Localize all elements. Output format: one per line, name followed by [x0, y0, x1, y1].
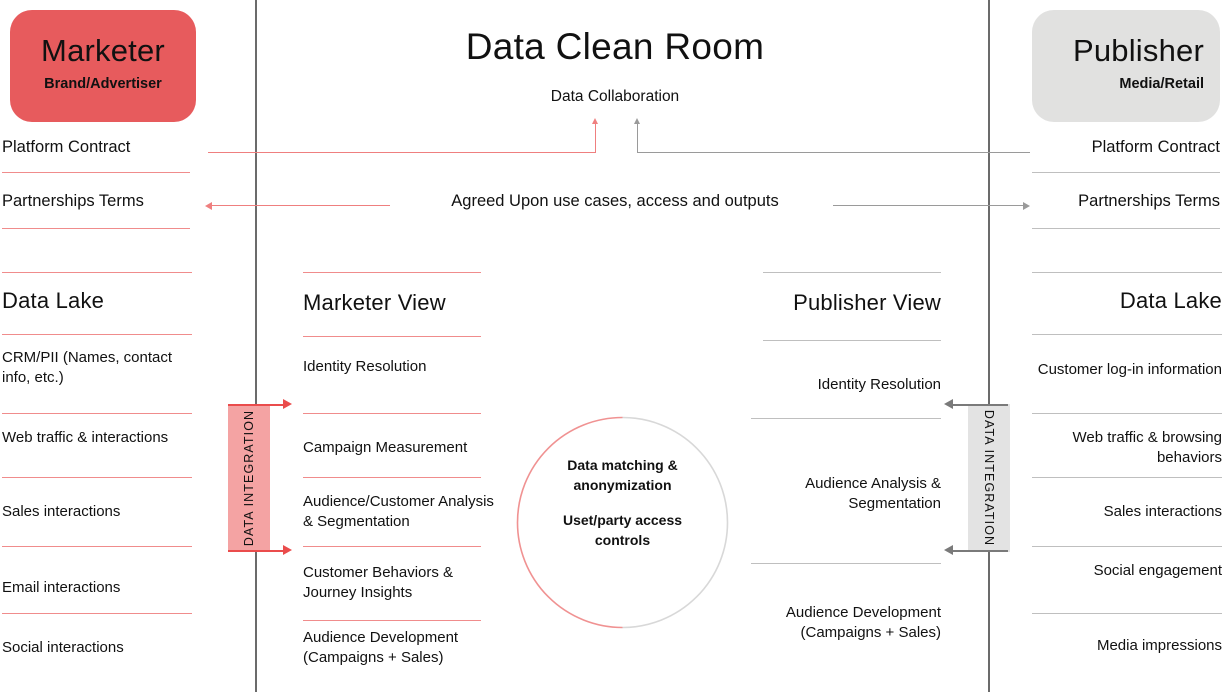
list-item: Web traffic & browsing behaviors — [1072, 429, 1222, 466]
data-integration-right-label: DATA INTEGRATION — [982, 409, 997, 547]
list-item: Audience Development (Campaigns + Sales) — [785, 604, 941, 641]
list-item: Customer log-in information — [1037, 361, 1222, 378]
list-item: CRM/PII (Names, contact info, etc.) — [2, 349, 173, 386]
list-item: Identity Resolution — [303, 358, 427, 375]
marketer-platform-connector-riser — [595, 124, 597, 153]
arrow-right-icon — [283, 545, 292, 555]
publisher-view-header: Publisher View — [793, 290, 941, 315]
divider-rule — [2, 413, 192, 415]
integration-arrow-line-top — [228, 404, 283, 406]
core-line-3: Uset/party access — [562, 511, 683, 528]
page-title: Data Clean Room — [465, 26, 765, 67]
agreed-connector-left — [212, 205, 390, 207]
list-item: Audience Analysis & Segmentation — [805, 475, 941, 512]
list-item: Sales interactions — [2, 503, 121, 520]
divider-rule — [2, 477, 192, 479]
agreed-upon-label: Agreed Upon use cases, access and output… — [451, 192, 779, 210]
core-line-4: controls — [594, 531, 651, 548]
data-integration-left-label: DATA INTEGRATION — [242, 409, 257, 547]
divider-rule — [1032, 172, 1220, 174]
list-item: Media impressions — [1096, 637, 1222, 654]
divider-rule — [751, 563, 941, 565]
agreed-connector-right — [833, 205, 1023, 207]
publisher-platform-connector-riser — [637, 124, 639, 153]
marketer-platform-connector-line — [208, 152, 596, 154]
divider-rule — [303, 477, 481, 479]
list-item: Customer Behaviors & Journey Insights — [303, 564, 454, 601]
divider-rule — [1032, 334, 1222, 336]
divider-rule — [751, 418, 941, 420]
integration-arrow-line-bottom — [228, 550, 283, 552]
arrow-left-icon — [944, 545, 953, 555]
marketer-data-lake-header: Data Lake — [2, 288, 105, 313]
arrow-up-icon — [634, 118, 640, 124]
arrow-right-icon — [1023, 202, 1030, 210]
divider-rule — [303, 272, 481, 274]
divider-rule — [2, 334, 192, 336]
page-subtitle: Data Collaboration — [550, 88, 680, 105]
list-item: Audience Development (Campaigns + Sales) — [303, 629, 459, 666]
publisher-platform-contract-label: Platform Contract — [1091, 138, 1220, 156]
divider-rule — [763, 340, 941, 342]
divider-rule — [303, 336, 481, 338]
data-integration-right[interactable]: DATA INTEGRATION — [968, 404, 1010, 552]
list-item: Web traffic & interactions — [2, 429, 169, 446]
divider-rule — [2, 546, 192, 548]
arrow-left-icon — [205, 202, 212, 210]
marketer-view-header: Marketer View — [303, 290, 446, 315]
arrow-left-icon — [944, 399, 953, 409]
list-item: Email interactions — [2, 579, 121, 596]
publisher-platform-connector-line — [637, 152, 1030, 154]
list-item: Campaign Measurement — [303, 439, 468, 456]
divider-rule — [1032, 272, 1222, 274]
data-integration-left[interactable]: DATA INTEGRATION — [228, 404, 270, 552]
divider-rule — [1032, 228, 1220, 230]
list-item: Sales interactions — [1103, 503, 1222, 520]
list-item: Identity Resolution — [817, 376, 941, 393]
list-item: Audience/Customer Analysis & Segmentatio… — [303, 493, 494, 530]
divider-rule — [1032, 546, 1222, 548]
divider-rule — [2, 613, 192, 615]
divider-rule — [763, 272, 941, 274]
publisher-partnerships-terms-label: Partnerships Terms — [1078, 192, 1220, 210]
core-circle-text: Data matching & anonymization Uset/party… — [515, 455, 730, 550]
marketer-platform-contract-label: Platform Contract — [2, 138, 131, 156]
divider-rule — [303, 546, 481, 548]
divider-rule — [2, 172, 190, 174]
list-item: Social engagement — [1093, 562, 1222, 579]
divider-rule — [303, 413, 481, 415]
divider-rule — [1032, 477, 1222, 479]
diagram-canvas: Marketer Brand/Advertiser Publisher Medi… — [0, 0, 1230, 692]
arrow-up-icon — [592, 118, 598, 124]
integration-arrow-line-bottom — [953, 550, 1008, 552]
publisher-data-lake-header: Data Lake — [1119, 288, 1222, 313]
core-line-2: anonymization — [573, 477, 672, 494]
divider-rule — [2, 272, 192, 274]
core-line-1: Data matching & — [567, 457, 678, 473]
integration-arrow-line-top — [953, 404, 1008, 406]
divider-rule — [1032, 613, 1222, 615]
divider-rule — [2, 228, 190, 230]
divider-rule — [1032, 413, 1222, 415]
divider-rule — [303, 620, 481, 622]
marketer-partnerships-terms-label: Partnerships Terms — [2, 192, 144, 210]
arrow-right-icon — [283, 399, 292, 409]
list-item: Social interactions — [2, 639, 124, 656]
